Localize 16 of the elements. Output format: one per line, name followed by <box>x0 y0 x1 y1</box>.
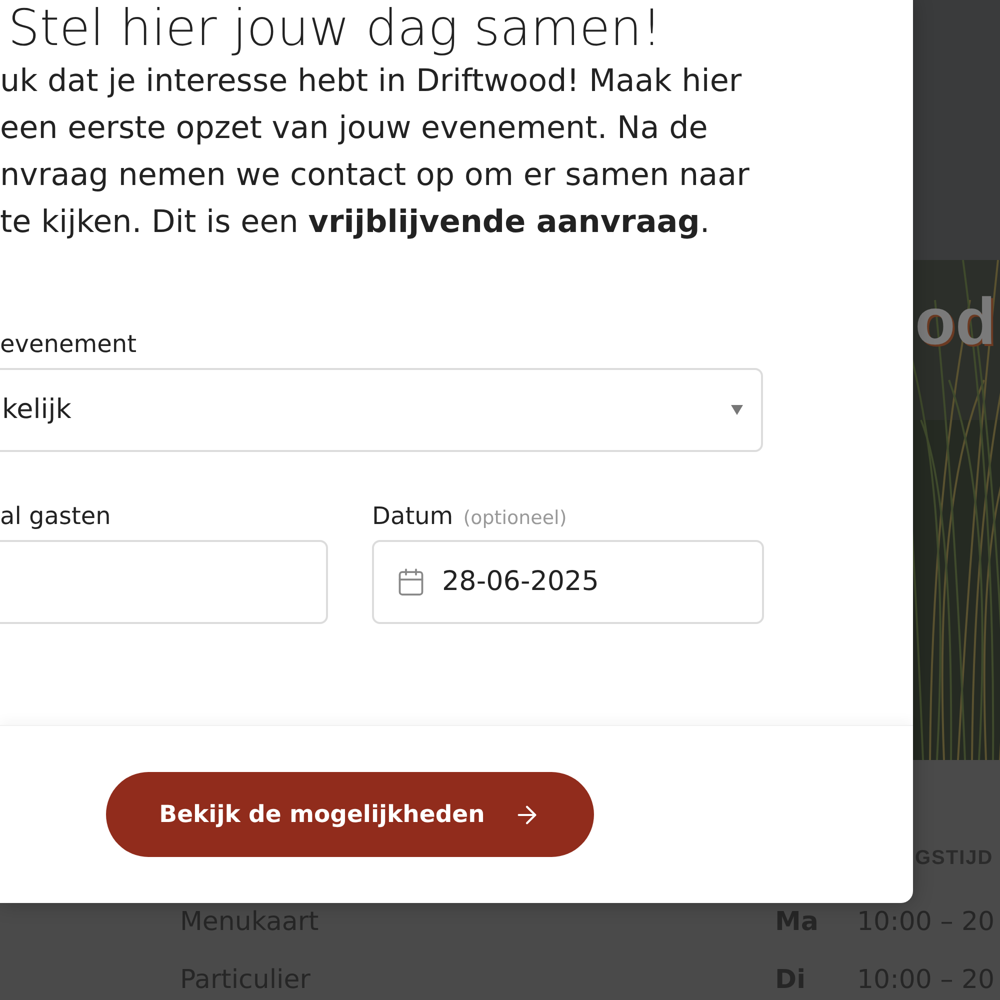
optional-hint: (optioneel) <box>463 506 567 531</box>
submit-button[interactable]: Bekijk de mogelijkheden <box>106 772 594 857</box>
calendar-icon <box>396 567 426 597</box>
field-label: Datum <box>372 501 454 532</box>
dialog-title: Stel hier jouw dag samen! <box>7 0 662 56</box>
intro-text-line: te kijken. Dit is een vrijblijvende aanvraag. <box>0 203 710 242</box>
date-field[interactable]: 28-06-2025 <box>372 540 764 624</box>
intro-text-line: uk dat je interesse hebt in Driftwood! Maak hier <box>0 62 742 101</box>
event-type-select[interactable]: kelijk <box>0 368 763 452</box>
intro-text-line: nvraag nemen we contact op om er samen naar <box>0 156 750 195</box>
guests-input[interactable] <box>0 540 328 624</box>
hero-title: od <box>915 283 996 360</box>
intro-text-line: een eerste opzet van jouw evenement. Na de <box>0 109 708 148</box>
caret-icon <box>731 405 743 415</box>
field-label: evenement <box>0 329 136 360</box>
field-label: al gasten <box>0 501 111 532</box>
